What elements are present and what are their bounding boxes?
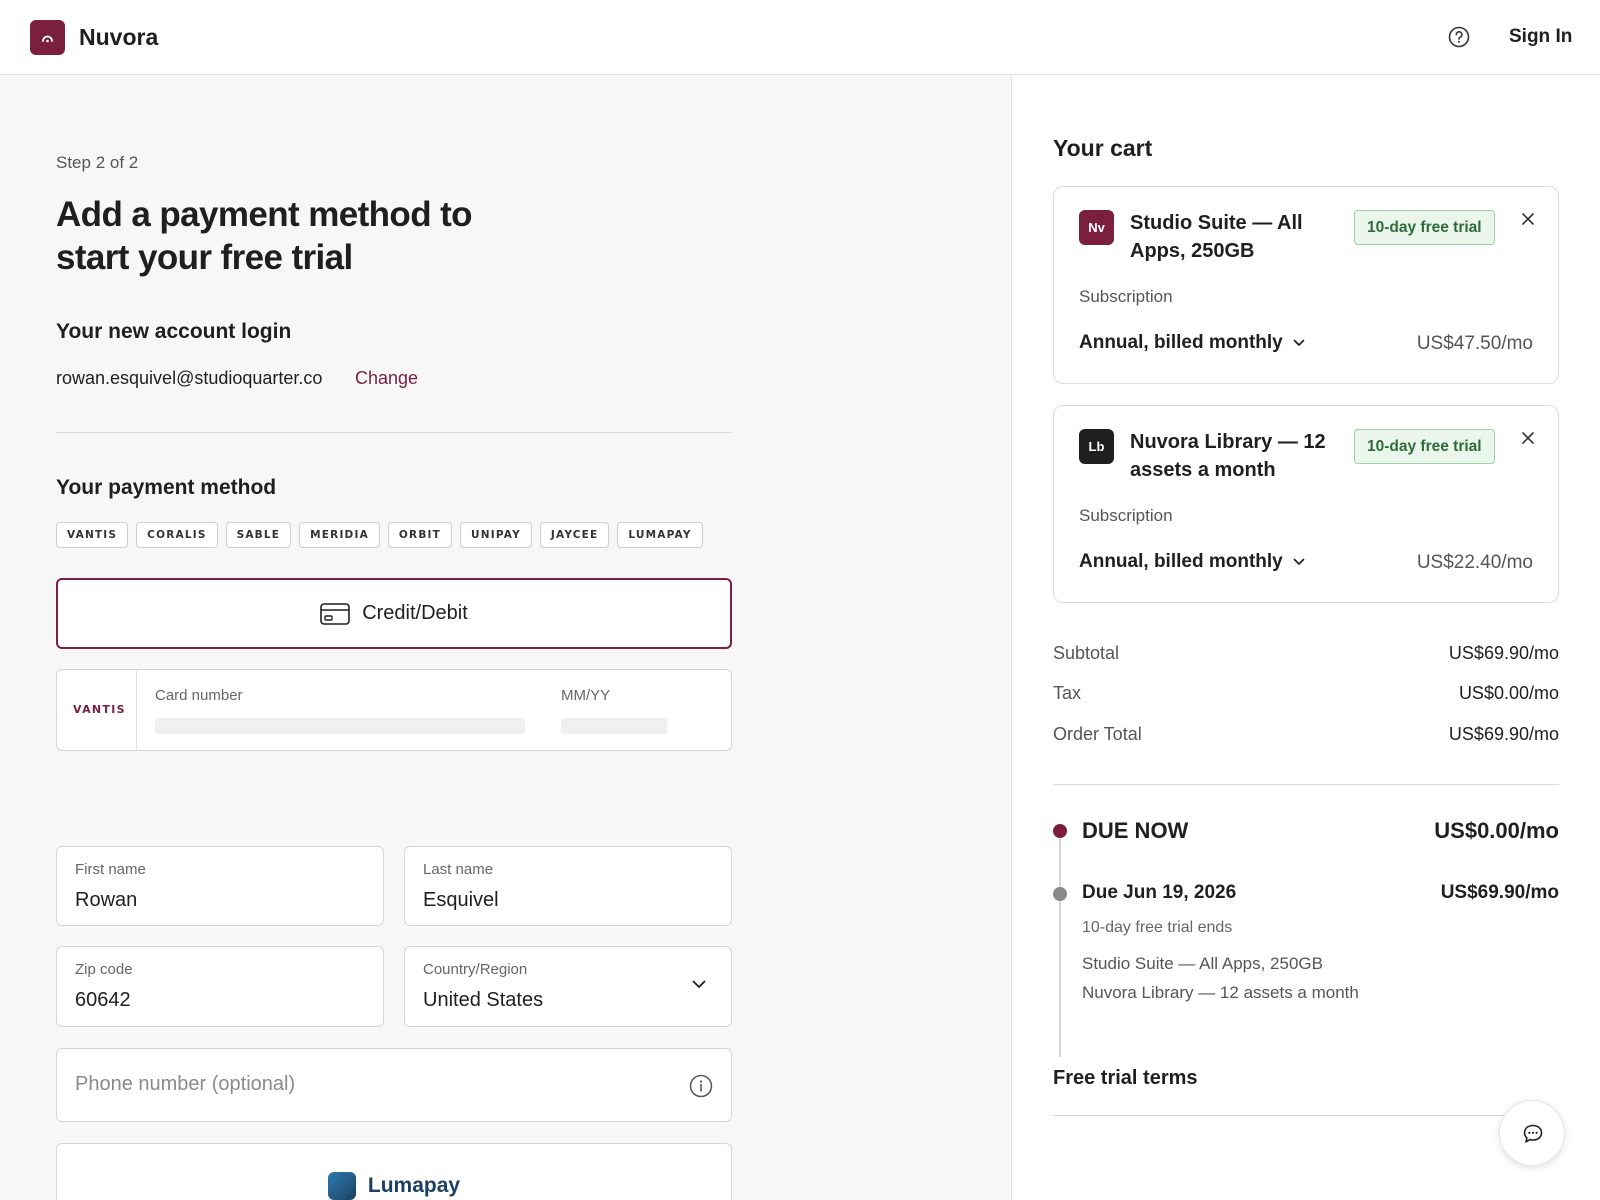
phone-placeholder: Phone number (optional): [75, 1073, 296, 1095]
cart-item: Nv Studio Suite — All Apps, 250GB 10-day…: [1053, 186, 1559, 384]
last-name-value: Esquivel: [423, 889, 499, 911]
chat-bubble-icon: [1523, 1124, 1543, 1143]
first-name-value: Rowan: [75, 889, 138, 911]
subscription-label: Subscription: [1079, 506, 1173, 525]
card-brand-chip: UNIPAY: [460, 522, 532, 548]
account-heading: Your new account login: [56, 320, 292, 343]
top-header: Nuvora Sign In: [0, 0, 1600, 75]
country-value: United States: [423, 989, 544, 1011]
info-icon[interactable]: [689, 1074, 713, 1098]
credit-debit-option[interactable]: Credit/Debit: [56, 578, 732, 649]
terms-divider: [1053, 1115, 1559, 1116]
card-number-input[interactable]: [155, 718, 525, 734]
first-name-field[interactable]: First name Rowan: [56, 846, 384, 926]
credit-debit-label: Credit/Debit: [362, 602, 468, 624]
account-email: rowan.esquivel@studioquarter.co: [56, 368, 323, 388]
help-icon[interactable]: [1448, 26, 1470, 48]
due-now-amount: US$0.00/mo: [1434, 818, 1559, 843]
sign-in-link[interactable]: Sign In: [1509, 26, 1572, 48]
timeline-dot-now: [1053, 824, 1067, 838]
card-brand-chip: ORBIT: [387, 522, 452, 548]
zip-code-label: Zip code: [75, 961, 133, 978]
detected-card-brand: VANTIS: [57, 670, 137, 750]
first-name-label: First name: [75, 861, 146, 878]
cart-panel: Your cart Nv Studio Suite — All Apps, 25…: [1012, 75, 1600, 1200]
brand-name: Nuvora: [79, 24, 159, 50]
subtotal-amount: US$69.90/mo: [1448, 643, 1559, 663]
plan-label: Annual, billed monthly: [1079, 551, 1283, 572]
product-name: Nuvora Library — 12 assets a month: [1130, 431, 1326, 481]
summary-divider: [1053, 784, 1559, 785]
card-brand-chip: MERIDIA: [299, 522, 380, 548]
subtotal-row: Subtotal US$69.90/mo: [1053, 643, 1559, 664]
section-divider: [56, 432, 732, 433]
item-price: US$47.50/mo: [1416, 333, 1533, 354]
free-trial-terms-toggle[interactable]: Free trial terms: [1053, 1067, 1198, 1090]
item-price: US$22.40/mo: [1416, 552, 1533, 573]
chevron-down-icon: [1293, 558, 1305, 565]
order-total-amount: US$69.90/mo: [1448, 724, 1559, 744]
subscription-label: Subscription: [1079, 287, 1173, 306]
zip-code-field[interactable]: Zip code 60642: [56, 946, 384, 1027]
change-email-link[interactable]: Change: [355, 368, 418, 389]
timeline-dot-later: [1053, 887, 1067, 901]
card-expiry-label: MM/YY: [561, 687, 611, 704]
card-number-label: Card number: [155, 687, 243, 704]
due-item: Nuvora Library — 12 assets a month: [1082, 983, 1359, 1002]
due-item: Studio Suite — All Apps, 250GB: [1082, 954, 1323, 973]
cart-heading: Your cart: [1053, 135, 1153, 161]
country-label: Country/Region: [423, 961, 528, 978]
trial-end-note: 10-day free trial ends: [1082, 919, 1233, 936]
card-brand-chip: VANTIS: [56, 522, 129, 548]
page-title: Add a payment method to start your free …: [56, 195, 473, 277]
card-expiry-input[interactable]: [561, 718, 667, 734]
trial-badge: 10-day free trial: [1354, 210, 1495, 245]
country-select[interactable]: Country/Region United States: [404, 946, 732, 1027]
subtotal-label: Subtotal: [1053, 643, 1120, 663]
due-later-label: Due Jun 19, 2026: [1082, 882, 1237, 903]
card-brand-text: VANTIS: [73, 703, 126, 716]
chat-button[interactable]: [1499, 1100, 1565, 1166]
lumapay-logo-icon: [327, 1171, 356, 1200]
brand-logo[interactable]: [30, 20, 65, 55]
payment-timeline: [1059, 827, 1061, 1057]
credit-card-icon: [320, 602, 350, 625]
lumapay-button[interactable]: Lumapay: [56, 1143, 732, 1200]
plan-selector[interactable]: Annual, billed monthly: [1079, 551, 1305, 573]
order-total-label: Order Total: [1053, 724, 1142, 744]
trial-badge: 10-day free trial: [1354, 429, 1495, 464]
lumapay-label: Lumapay: [367, 1173, 461, 1197]
phone-field[interactable]: Phone number (optional): [56, 1048, 732, 1122]
payment-heading: Your payment method: [56, 476, 277, 499]
order-total-row: Order Total US$69.90/mo: [1053, 724, 1559, 745]
card-brand-chip: JAYCEE: [539, 522, 610, 548]
close-icon[interactable]: [1521, 212, 1535, 226]
card-details-field[interactable]: VANTIS Card number MM/YY: [56, 669, 732, 751]
card-brand-chip: LUMAPAY: [617, 522, 703, 548]
step-indicator: Step 2 of 2: [56, 153, 139, 172]
tax-label: Tax: [1053, 683, 1082, 703]
chevron-down-icon: [692, 980, 706, 988]
chevron-down-icon: [1293, 339, 1305, 346]
card-brand-chip: SABLE: [225, 522, 292, 548]
card-brand-chip: CORALIS: [136, 522, 218, 548]
tax-amount: US$0.00/mo: [1458, 683, 1559, 703]
product-name: Studio Suite — All Apps, 250GB: [1130, 212, 1303, 262]
logo-icon: [42, 35, 53, 43]
zip-code-value: 60642: [75, 989, 131, 1011]
last-name-field[interactable]: Last name Esquivel: [404, 846, 732, 926]
card-brand-list: VANTIS CORALIS SABLE MERIDIA ORBIT UNIPA…: [56, 522, 703, 548]
due-now-label: DUE NOW: [1082, 818, 1189, 843]
last-name-label: Last name: [423, 861, 494, 878]
product-icon: Nv: [1079, 210, 1114, 245]
plan-label: Annual, billed monthly: [1079, 332, 1283, 353]
product-icon: Lb: [1079, 429, 1114, 464]
due-later-amount: US$69.90/mo: [1440, 882, 1559, 903]
payment-panel: Step 2 of 2 Add a payment method to star…: [0, 75, 1012, 1200]
plan-selector[interactable]: Annual, billed monthly: [1079, 332, 1305, 354]
tax-row: Tax US$0.00/mo: [1053, 683, 1559, 704]
cart-item: Lb Nuvora Library — 12 assets a month 10…: [1053, 405, 1559, 603]
close-icon[interactable]: [1521, 431, 1535, 445]
